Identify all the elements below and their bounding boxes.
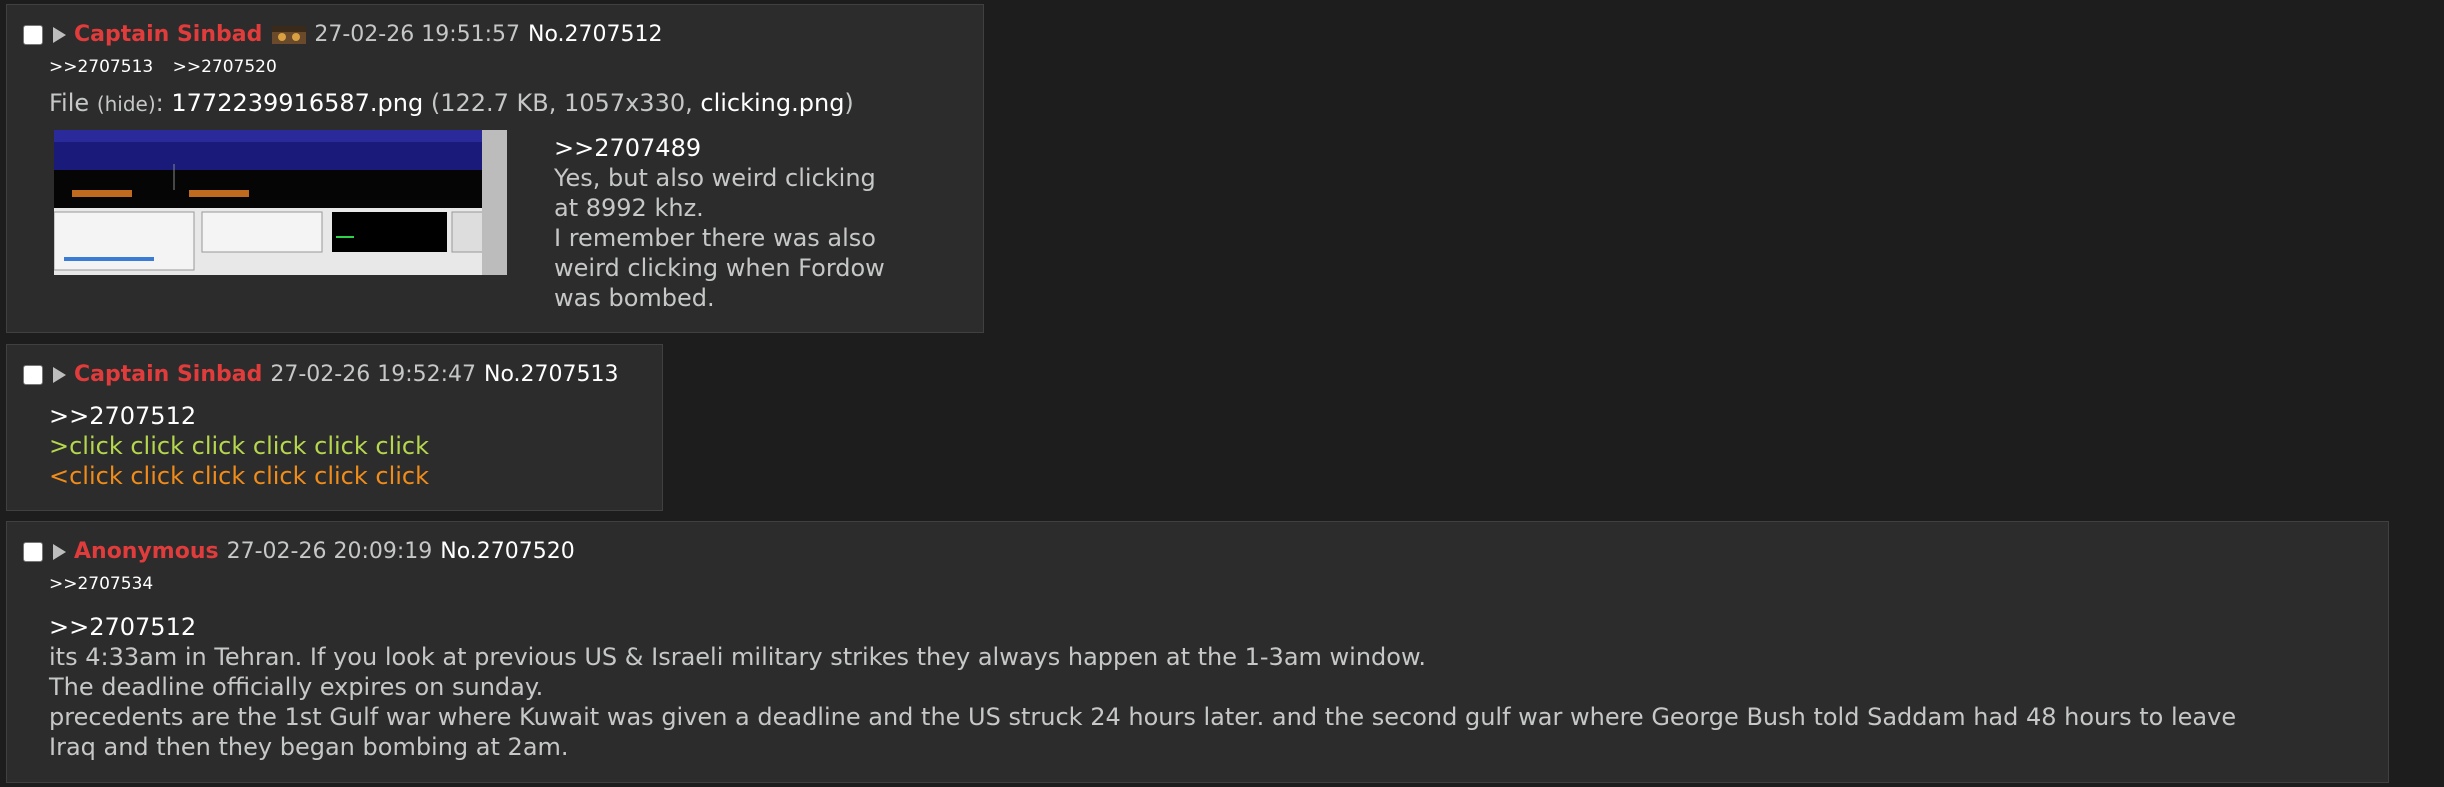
comment-line: its 4:33am in Tehran. If you look at pre… — [49, 643, 1427, 671]
backlink[interactable]: >>2707520 — [173, 57, 277, 77]
poster-name: Captain Sinbad — [74, 22, 263, 47]
post-date: 27-02-26 20:09:19 — [226, 539, 433, 564]
file-name-link[interactable]: 1772239916587.png — [171, 89, 423, 117]
file-label: File — [49, 89, 90, 117]
comment-line: Iraq and then they began bombing at 2am. — [49, 733, 569, 761]
select-checkbox[interactable] — [23, 365, 43, 385]
expand-arrow-icon[interactable] — [50, 365, 68, 385]
post-2707512: Captain Sinbad 27-02-26 19:51:57 No.2707… — [6, 4, 984, 333]
post-comment: >>2707512 its 4:33am in Tehran. If you l… — [49, 612, 2236, 762]
post-2707513: Captain Sinbad 27-02-26 19:52:47 No.2707… — [6, 344, 663, 511]
file-info: File (hide): 1772239916587.png (122.7 KB… — [49, 89, 854, 117]
comment-line: Yes, but also weird clicking — [554, 164, 876, 192]
post-number-link[interactable]: No.2707512 — [528, 19, 663, 51]
post-date: 27-02-26 19:51:57 — [314, 22, 521, 47]
comment-line: I remember there was also — [554, 224, 876, 252]
post-date: 27-02-26 19:52:47 — [270, 362, 477, 387]
comment-line: weird clicking when Fordow — [554, 254, 885, 282]
select-checkbox[interactable] — [23, 542, 43, 562]
file-thumbnail[interactable] — [54, 130, 507, 275]
quote-link[interactable]: >>2707512 — [49, 612, 2236, 642]
flag-icon — [272, 26, 307, 44]
comment-line: was bombed. — [554, 284, 715, 312]
orangetext-line: <click click click click click click — [49, 462, 430, 490]
select-checkbox[interactable] — [23, 25, 43, 45]
post-number-link[interactable]: No.2707513 — [484, 359, 619, 391]
post-header: Anonymous 27-02-26 20:09:19 No.2707520 — [23, 536, 575, 568]
file-size: 122.7 KB — [440, 89, 549, 117]
poster-name: Anonymous — [74, 539, 219, 564]
comment-line: at 8992 khz. — [554, 194, 704, 222]
original-file-name: clicking.png — [700, 89, 845, 117]
greentext-line: >click click click click click click — [49, 432, 430, 460]
file-dimensions: 1057x330 — [564, 89, 686, 117]
expand-arrow-icon[interactable] — [50, 25, 68, 45]
post-header: Captain Sinbad 27-02-26 19:51:57 No.2707… — [23, 19, 663, 51]
post-header: Captain Sinbad 27-02-26 19:52:47 No.2707… — [23, 359, 619, 391]
backlink[interactable]: >>2707534 — [49, 574, 153, 594]
backlinks: >>2707534 — [49, 574, 167, 594]
comment-line: The deadline officially expires on sunda… — [49, 673, 544, 701]
poster-name: Captain Sinbad — [74, 362, 263, 387]
post-comment: >>2707489 Yes, but also weird clicking a… — [554, 133, 885, 313]
quote-link[interactable]: >>2707489 — [554, 133, 885, 163]
post-number-link[interactable]: No.2707520 — [440, 536, 575, 568]
comment-line: precedents are the 1st Gulf war where Ku… — [49, 703, 2237, 731]
expand-arrow-icon[interactable] — [50, 542, 68, 562]
post-2707520: Anonymous 27-02-26 20:09:19 No.2707520 >… — [6, 521, 2389, 783]
hide-file-link[interactable]: hide — [105, 92, 148, 116]
backlink[interactable]: >>2707513 — [49, 57, 153, 77]
backlinks: >>2707513 >>2707520 — [49, 57, 291, 77]
quote-link[interactable]: >>2707512 — [49, 401, 429, 431]
post-comment: >>2707512 >click click click click click… — [49, 401, 429, 491]
